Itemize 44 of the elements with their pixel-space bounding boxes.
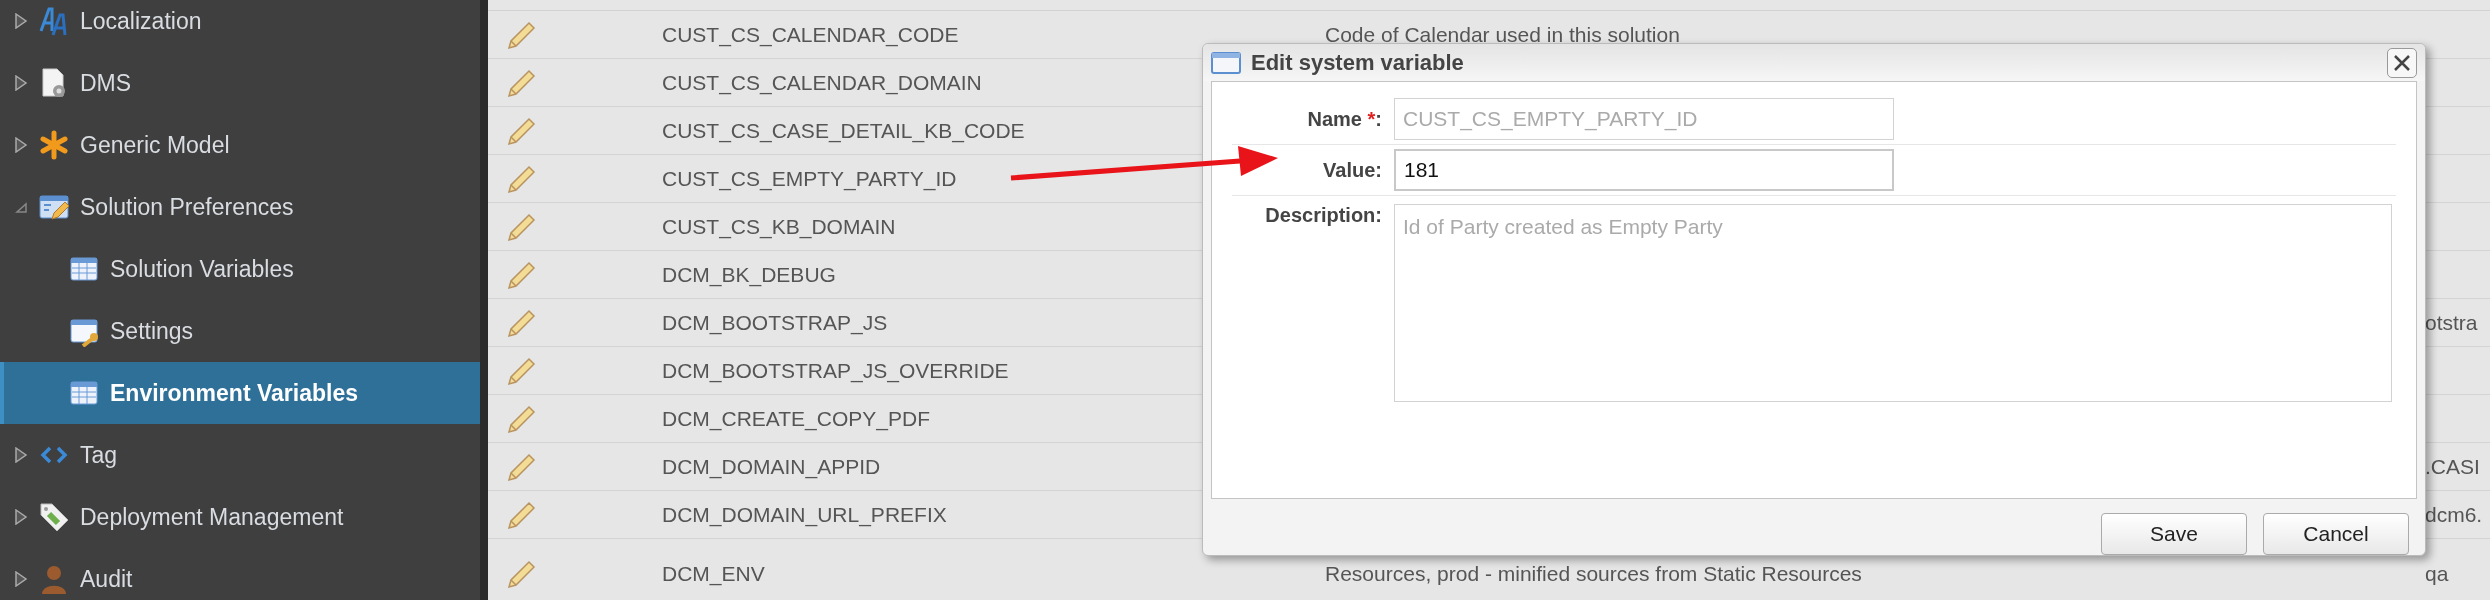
window-icon: [1211, 51, 1241, 74]
collapsed-icon[interactable]: [14, 571, 28, 587]
collapsed-icon[interactable]: [14, 137, 28, 153]
sidebar-item[interactable]: Tag: [0, 424, 480, 486]
close-icon[interactable]: [2393, 53, 2411, 72]
variable-name: DCM_BK_DEBUG: [662, 262, 837, 287]
collapsed-icon[interactable]: [14, 13, 28, 29]
close-button[interactable]: [2387, 47, 2417, 78]
variable-name: DCM_ENV: [662, 561, 766, 586]
column-3-text: qa: [2425, 561, 2450, 586]
variable-name: CUST_CS_EMPTY_PARTY_ID: [662, 166, 958, 191]
variable-name: DCM_DOMAIN_APPID: [662, 454, 882, 479]
sidebar-item[interactable]: Solution Preferences: [0, 176, 480, 238]
sidebar-item[interactable]: Environment Variables: [0, 362, 480, 424]
sidebar-item[interactable]: DMS: [0, 52, 480, 114]
variable-name: DCM_DOMAIN_URL_PREFIX: [662, 502, 948, 527]
asterisk-icon: [38, 129, 70, 161]
collapsed-icon[interactable]: [14, 75, 28, 91]
column-3-text: otstra: [2425, 310, 2479, 335]
sidebar-item[interactable]: Generic Model: [0, 114, 480, 176]
sidebar-item[interactable]: Solution Variables: [0, 238, 480, 300]
collapsed-icon[interactable]: [14, 509, 28, 525]
variable-name: DCM_CREATE_COPY_PDF: [662, 406, 931, 431]
variable-name: CUST_CS_CALENDAR_CODE: [662, 22, 960, 47]
variable-description: Code of Calendar used in this solution: [1325, 22, 1681, 47]
dialog-button[interactable]: Save: [2101, 513, 2247, 555]
variable-name: CUST_CS_CALENDAR_DOMAIN: [662, 70, 983, 95]
sidebar-item[interactable]: Settings: [0, 300, 480, 362]
field-label: Name *:: [1306, 107, 1382, 131]
tag-icon: [38, 501, 70, 533]
dialog-button[interactable]: Cancel: [2263, 513, 2409, 555]
dialog-title: Edit system variable: [1251, 49, 1465, 76]
collapsed-icon[interactable]: [14, 447, 28, 463]
sidebar-item[interactable]: Deployment Management: [0, 486, 480, 548]
sidebar-item[interactable]: Localization: [0, 0, 480, 52]
sidebar-item[interactable]: Audit: [0, 548, 480, 600]
variable-description: Resources, prod - minified sources from Static Resources: [1325, 561, 1863, 586]
variable-name: DCM_BOOTSTRAP_JS: [662, 310, 889, 335]
field-label: Value:: [1322, 158, 1382, 182]
column-3-text: .CASI: [2425, 454, 2481, 479]
field-label: Description:: [1264, 204, 1382, 228]
column-3-text: dcm6.: [2425, 502, 2484, 527]
variable-name: DCM_BOOTSTRAP_JS_OVERRIDE: [662, 358, 1010, 383]
text-field[interactable]: 181: [1394, 149, 1894, 192]
